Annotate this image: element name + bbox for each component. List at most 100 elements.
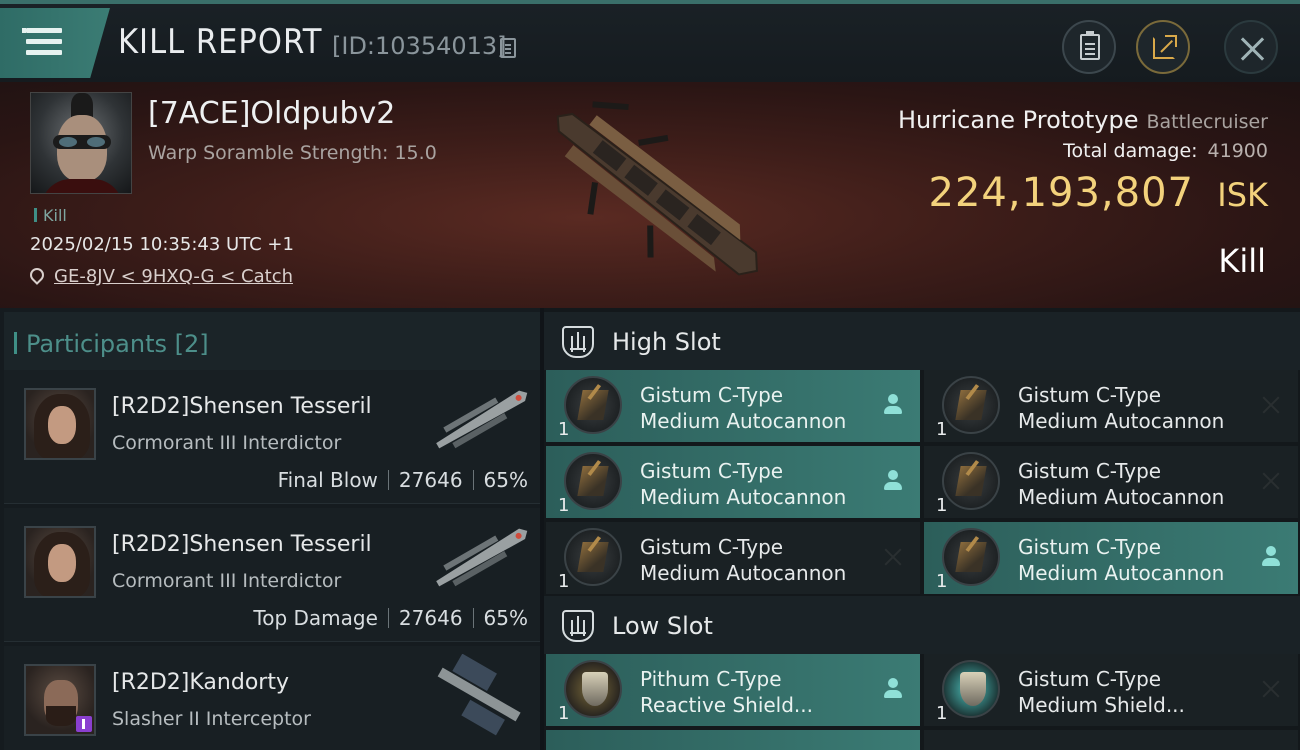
- module-name: Gistum C-Type Medium Shield...: [1018, 667, 1185, 717]
- module-name: Pithum C-Type Reactive Shield...: [640, 667, 814, 717]
- fitting-panel: High Slot 1 Gistum C-Type Medium Autocann…: [544, 308, 1300, 750]
- module-item[interactable]: 1 Gistum C-Type Medium Autocannon: [924, 370, 1298, 442]
- share-icon: [1153, 35, 1177, 59]
- participants-panel: Participants [2] [R2D2]Shensen Tesseril …: [0, 308, 540, 750]
- avatar[interactable]: [24, 388, 96, 460]
- participant-stats: Top Damage 27646 65%: [253, 606, 528, 630]
- participant-ship-image: [436, 390, 528, 449]
- ship-class: Battlecruiser: [1146, 111, 1268, 133]
- participant-ship: Cormorant III Interdictor: [112, 570, 342, 592]
- kill-tag: Kill: [34, 206, 67, 225]
- participant-name: [R2D2]Shensen Tesseril: [112, 394, 372, 419]
- report-id: [ID:10354013]: [332, 32, 507, 60]
- dropped-person-icon: [882, 394, 904, 416]
- module-quantity: 1: [558, 703, 570, 724]
- avatar[interactable]: [24, 526, 96, 598]
- participant-row[interactable]: [R2D2]Kandorty Slasher II Interceptor: [4, 646, 540, 750]
- low-slot-icon: [562, 610, 594, 642]
- destroyed-x-icon: [1260, 678, 1282, 700]
- participant-ship: Cormorant III Interdictor: [112, 432, 342, 454]
- autocannon-icon: [564, 452, 622, 510]
- dropped-person-icon: [882, 678, 904, 700]
- participant-damage: 27646: [398, 606, 463, 630]
- ship-name-text: Hurricane Prototype: [897, 106, 1139, 134]
- participant-stats: Final Blow 27646 65%: [278, 468, 528, 492]
- module-item[interactable]: 1 Pithum C-Type Reactive Shield...: [546, 654, 920, 726]
- participant-percent: 65%: [483, 468, 528, 492]
- module-item[interactable]: 1 Gistum C-Type Medium Shield...: [924, 654, 1298, 726]
- hamburger-icon: [22, 28, 62, 56]
- participant-ship-image: [436, 528, 528, 587]
- isk-value: 224,193,807: [928, 170, 1194, 216]
- module-quantity: 1: [936, 419, 948, 440]
- participant-row[interactable]: [R2D2]Shensen Tesseril Cormorant III Int…: [4, 370, 540, 504]
- close-icon: [1238, 34, 1268, 64]
- dropped-person-icon: [1260, 546, 1282, 568]
- autocannon-icon: [942, 452, 1000, 510]
- high-slot-title: High Slot: [612, 328, 721, 356]
- module-item[interactable]: 1 Gistum C-Type Medium Autocannon: [924, 522, 1298, 594]
- module-name: Gistum C-Type Medium Autocannon: [640, 535, 847, 585]
- autocannon-icon: [942, 376, 1000, 434]
- participant-name: [R2D2]Kandorty: [112, 670, 289, 695]
- header-bar: KILL REPORT [ID:10354013]: [0, 0, 1300, 82]
- location-link[interactable]: GE-8JV < 9HXQ-G < Catch: [54, 266, 293, 287]
- participant-row[interactable]: [R2D2]Shensen Tesseril Cormorant III Int…: [4, 508, 540, 642]
- victim-ship-image: [556, 101, 758, 276]
- module-quantity: 1: [936, 495, 948, 516]
- module-quantity: 1: [558, 571, 570, 592]
- location[interactable]: GE-8JV < 9HXQ-G < Catch: [27, 265, 293, 287]
- clipboard-icon: [1080, 31, 1100, 60]
- ship-name[interactable]: Hurricane Prototype Battlecruiser: [898, 106, 1268, 134]
- location-pin-icon: [27, 265, 47, 285]
- participant-damage: 27646: [398, 468, 463, 492]
- low-slot-header: Low Slot: [544, 596, 1300, 654]
- module-name: Gistum C-Type Medium Autocannon: [640, 459, 847, 509]
- victim-banner: [7ACE]Oldpubv2 Warp Soramble Strength: 1…: [0, 82, 1300, 308]
- close-button[interactable]: [1224, 20, 1278, 74]
- destroyed-x-icon: [1260, 470, 1282, 492]
- warp-scramble-strength: Warp Soramble Strength: 15.0: [148, 142, 437, 164]
- victim-avatar[interactable]: [30, 92, 132, 194]
- destroyed-x-icon: [1260, 394, 1282, 416]
- module-name: Gistum C-Type Medium Autocannon: [640, 383, 847, 433]
- module-item[interactable]: 1 Gistum C-Type Medium Autocannon: [546, 370, 920, 442]
- total-damage-value: 41900: [1207, 140, 1268, 162]
- participants-header: Participants [2]: [4, 312, 540, 370]
- module-item[interactable]: 1 Gistum C-Type Medium Autocannon: [924, 446, 1298, 518]
- module-name: Gistum C-Type Medium Autocannon: [1018, 535, 1225, 585]
- participant-percent: 65%: [483, 606, 528, 630]
- module-quantity: 1: [558, 495, 570, 516]
- menu-button[interactable]: [0, 8, 110, 78]
- module-item-partial[interactable]: [546, 730, 920, 750]
- autocannon-icon: [942, 528, 1000, 586]
- module-item[interactable]: 1 Gistum C-Type Medium Autocannon: [546, 446, 920, 518]
- module-quantity: 1: [936, 703, 948, 724]
- isk-label: ISK: [1217, 176, 1268, 214]
- timestamp: 2025/02/15 10:35:43 UTC +1: [30, 234, 294, 255]
- copy-icon[interactable]: [500, 38, 516, 58]
- participant-ship: Slasher II Interceptor: [112, 708, 311, 730]
- share-button[interactable]: [1136, 20, 1190, 74]
- total-damage-label: Total damage:: [1063, 140, 1198, 162]
- total-damage: Total damage: 41900: [1063, 140, 1268, 162]
- high-slot-header: High Slot: [544, 312, 1300, 370]
- clipboard-button[interactable]: [1062, 20, 1116, 74]
- autocannon-icon: [564, 528, 622, 586]
- avatar[interactable]: [24, 664, 96, 736]
- shield-module-icon: [564, 660, 622, 718]
- participant-name: [R2D2]Shensen Tesseril: [112, 532, 372, 557]
- module-quantity: 1: [936, 571, 948, 592]
- participant-role: Final Blow: [277, 468, 378, 492]
- participants-title: Participants [2]: [14, 330, 209, 358]
- page-title: KILL REPORT: [118, 22, 323, 62]
- rank-badge-icon: [76, 716, 92, 732]
- low-slot-title: Low Slot: [612, 612, 713, 640]
- module-name: Gistum C-Type Medium Autocannon: [1018, 459, 1225, 509]
- module-item[interactable]: 1 Gistum C-Type Medium Autocannon: [546, 522, 920, 594]
- module-item-partial[interactable]: [924, 730, 1298, 750]
- module-name: Gistum C-Type Medium Autocannon: [1018, 383, 1225, 433]
- victim-name[interactable]: [7ACE]Oldpubv2: [148, 96, 395, 131]
- autocannon-icon: [564, 376, 622, 434]
- participant-ship-image: [437, 654, 521, 736]
